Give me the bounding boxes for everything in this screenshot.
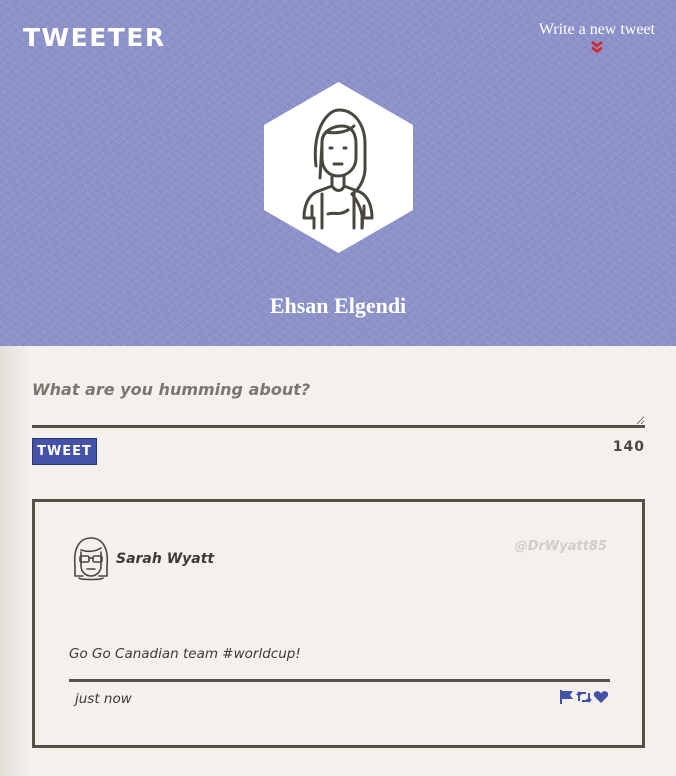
heart-icon[interactable]	[593, 689, 609, 705]
tweet-author-handle: @DrWyatt85	[514, 539, 607, 554]
page-shade	[0, 346, 30, 776]
tweet-submit-button[interactable]: TWEET	[32, 438, 97, 465]
flag-icon[interactable]	[559, 689, 575, 705]
tweet-composer: TWEET 140	[32, 370, 645, 465]
tweet-author-name[interactable]: Sarah Wyatt	[116, 551, 214, 567]
woman-avatar-icon	[264, 82, 413, 253]
tweet-input[interactable]	[32, 370, 645, 428]
retweet-icon[interactable]	[576, 689, 592, 705]
compose-toggle[interactable]: Write a new tweet	[539, 20, 655, 54]
char-counter: 140	[612, 439, 645, 455]
tweet-timestamp: just now	[75, 691, 132, 707]
tweet-actions	[559, 689, 609, 705]
compose-toggle-label[interactable]: Write a new tweet	[539, 20, 655, 40]
profile-name: Ehsan Elgendi	[269, 293, 407, 318]
glasses-avatar-icon	[73, 537, 109, 581]
tweet-card: Sarah Wyatt @DrWyatt85 Go Go Canadian te…	[32, 499, 645, 748]
tweet-text: Go Go Canadian team #worldcup!	[69, 646, 301, 662]
tweet-divider	[69, 679, 610, 682]
profile-header: TWEETER Write a new tweet Ehsan Elgendi	[0, 0, 676, 346]
brand-logo[interactable]: TWEETER	[23, 24, 166, 52]
double-chevron-down-icon[interactable]	[590, 40, 604, 54]
